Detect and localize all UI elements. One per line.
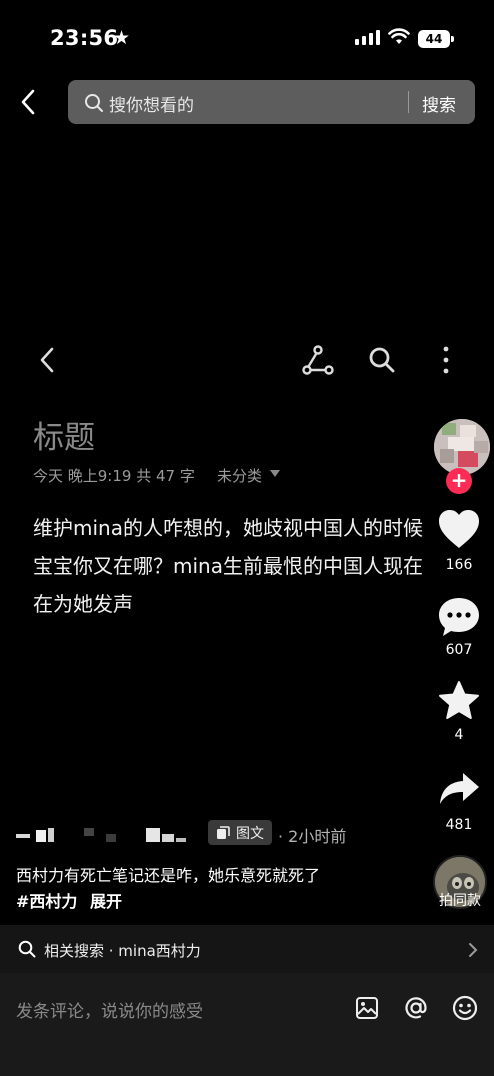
mention-at-icon[interactable] bbox=[403, 995, 429, 1021]
author-name-redacted[interactable] bbox=[16, 826, 206, 844]
post-description: 西村力有死亡笔记还是咋，她乐意死就死了 bbox=[16, 866, 321, 885]
status-time: 23:56 bbox=[50, 26, 119, 50]
note-title: 标题 bbox=[33, 420, 95, 456]
share-count: 481 bbox=[445, 817, 473, 833]
expand-button[interactable]: 展开 bbox=[90, 888, 122, 912]
related-search-text[interactable]: 相关搜索 · mina西村力 bbox=[44, 940, 201, 961]
note-body-line: 宝宝你又在哪？mina生前最恨的中国人现在 bbox=[33, 554, 423, 578]
note-back-icon[interactable] bbox=[38, 346, 56, 374]
wifi-icon bbox=[388, 28, 410, 44]
comment-bar bbox=[0, 973, 494, 1076]
pages-icon bbox=[217, 825, 230, 839]
comment-bubble-icon[interactable] bbox=[437, 596, 481, 638]
favorite-count: 4 bbox=[454, 727, 464, 743]
post-time: · 2小时前 bbox=[278, 827, 347, 846]
like-count: 166 bbox=[445, 557, 473, 573]
note-body-line: 维护mina的人咋想的，她歧视中国人的时候 bbox=[33, 516, 423, 540]
chevron-right-icon bbox=[469, 943, 478, 957]
note-body: 维护mina的人咋想的，她歧视中国人的时候 宝宝你又在哪？mina生前最恨的中国… bbox=[33, 509, 453, 623]
search-divider bbox=[408, 91, 409, 113]
note-search-icon[interactable] bbox=[368, 346, 396, 374]
cellular-signal-icon bbox=[355, 30, 380, 45]
comment-input[interactable]: 发条评论，说说你的感受 bbox=[16, 997, 203, 1022]
post-type-badge: 图文 bbox=[208, 820, 272, 845]
search-button[interactable]: 搜索 bbox=[422, 91, 456, 116]
branch-share-icon[interactable] bbox=[302, 344, 334, 376]
emoji-icon[interactable] bbox=[452, 995, 478, 1021]
search-icon bbox=[85, 94, 103, 112]
comment-count: 607 bbox=[445, 642, 473, 658]
shoot-same-label[interactable]: 拍同款 bbox=[430, 890, 490, 910]
note-meta: 今天 晚上9:19 共 47 字 bbox=[33, 467, 195, 485]
like-heart-icon[interactable] bbox=[437, 508, 481, 550]
star-icon: ★ bbox=[113, 27, 131, 49]
author-avatar[interactable] bbox=[434, 419, 490, 475]
note-body-line: 在为她发声 bbox=[33, 592, 133, 616]
battery-indicator: 44 bbox=[418, 30, 450, 48]
favorite-star-icon[interactable] bbox=[437, 680, 481, 722]
post-type-label: 图文 bbox=[236, 825, 264, 842]
battery-tip bbox=[451, 36, 454, 42]
note-category[interactable]: 未分类 bbox=[217, 465, 262, 486]
image-picker-icon[interactable] bbox=[355, 996, 379, 1020]
back-arrow-icon[interactable] bbox=[18, 88, 38, 116]
hashtag-link[interactable]: #西村力 bbox=[16, 888, 77, 912]
related-search-icon bbox=[18, 940, 36, 958]
caret-down-icon bbox=[270, 470, 280, 477]
share-arrow-icon[interactable] bbox=[437, 770, 481, 810]
more-options-icon[interactable] bbox=[436, 344, 456, 376]
search-input[interactable]: 搜你想看的 bbox=[109, 91, 194, 116]
follow-plus-button[interactable]: + bbox=[446, 468, 472, 494]
